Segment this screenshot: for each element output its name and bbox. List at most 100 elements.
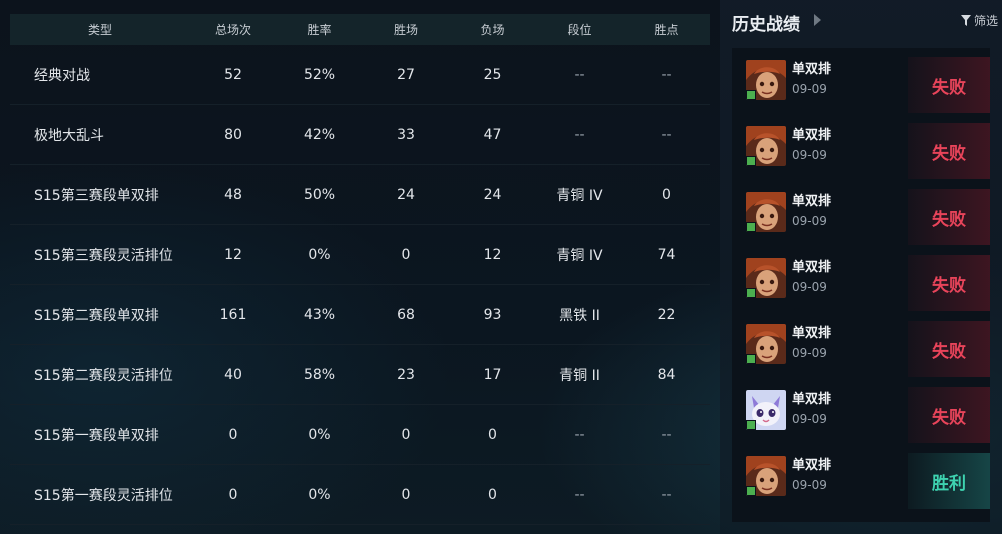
match-mode: 单双排: [792, 458, 832, 473]
filter-button[interactable]: 筛选: [960, 12, 998, 29]
row-rank-cell: 青铜 IV: [556, 247, 603, 264]
row-losses-cell: 0: [488, 426, 497, 443]
header-win-rate: 胜率: [307, 23, 332, 37]
chevron-right-icon[interactable]: [814, 14, 821, 26]
row-rank-cell: --: [574, 126, 585, 143]
match-mode: 单双排: [792, 128, 832, 143]
match-result-badge: 失败: [908, 387, 990, 443]
filter-label: 筛选: [973, 14, 998, 28]
row-win-rate-cell: 50%: [303, 186, 336, 203]
row-type-cell: 经典对战: [34, 67, 90, 84]
table-row[interactable]: 极地大乱斗 80 42% 33 47 -- --: [10, 105, 710, 165]
match-mode: 单双排: [792, 392, 832, 407]
table-row[interactable]: 经典对战 52 52% 27 25 -- --: [10, 45, 710, 105]
row-total-games-cell: 52: [224, 66, 242, 83]
match-item[interactable]: 单双排 09-09 胜利: [732, 444, 990, 510]
match-item[interactable]: 单双排 09-09 失败: [732, 312, 990, 378]
ranked-stats-table: 类型 总场次 胜率 胜场 负场 段位 胜点 经典对战 52 52% 27 25 -- -- 极…: [10, 14, 710, 534]
table-row[interactable]: S15第一赛段单双排 0 0% 0 0 -- --: [10, 405, 710, 465]
row-losses-cell: 25: [483, 66, 502, 83]
row-wins-cell: 23: [397, 366, 415, 383]
match-stats-screen: 类型 总场次 胜率 胜场 负场 段位 胜点 经典对战 52 52% 27 25 -- -- 极…: [0, 0, 1002, 534]
match-result-badge: 失败: [908, 255, 990, 311]
match-item[interactable]: 单双排 09-09 失败: [732, 180, 990, 246]
row-losses-cell: 12: [483, 246, 502, 263]
row-wins-cell: 68: [397, 306, 415, 323]
match-list: 单双排 09-09 失败 单双排 09-09 失败 单双排 09-09 失败 单…: [732, 48, 990, 522]
match-mode: 单双排: [792, 62, 832, 77]
table-header: 类型 总场次 胜率 胜场 负场 段位 胜点: [10, 14, 710, 45]
match-date: 09-09: [792, 412, 827, 426]
match-item[interactable]: 单双排 09-09 失败: [732, 378, 990, 444]
row-rank-cell: 青铜 II: [559, 367, 600, 384]
match-date: 09-09: [792, 280, 827, 294]
table-row[interactable]: S15第二赛段灵活排位 40 58% 23 17 青铜 II 84: [10, 345, 710, 405]
row-win-rate-cell: 43%: [303, 306, 336, 323]
header-wins: 胜场: [393, 23, 418, 37]
header-total-games: 总场次: [214, 23, 251, 37]
match-item[interactable]: 单双排 09-09 失败: [732, 114, 990, 180]
row-lp-cell: --: [661, 66, 672, 83]
row-losses-cell: 24: [483, 186, 502, 203]
table-row[interactable]: S15第三赛段单双排 48 50% 24 24 青铜 IV 0: [10, 165, 710, 225]
champion-portrait-icon: [746, 192, 786, 232]
match-result-badge: 失败: [908, 123, 990, 179]
row-rank-cell: --: [574, 426, 585, 443]
champion-portrait-icon: [746, 324, 786, 364]
row-lp-cell: 22: [657, 306, 676, 323]
header-lp: 胜点: [654, 23, 679, 37]
row-win-rate-cell: 0%: [308, 246, 331, 263]
match-item[interactable]: 单双排 09-09 失败: [732, 48, 990, 114]
match-mode: 单双排: [792, 194, 832, 209]
champion-portrait-icon: [746, 456, 786, 496]
history-title[interactable]: 历史战绩: [732, 10, 800, 35]
match-mode: 单双排: [792, 326, 832, 341]
row-rank-cell: 青铜 IV: [556, 187, 603, 204]
row-total-games-cell: 80: [224, 126, 242, 143]
position-badge-icon: [746, 354, 756, 364]
row-rank-cell: 黑铁 II: [559, 307, 600, 324]
row-type-cell: S15第一赛段灵活排位: [34, 487, 173, 504]
table-row[interactable]: S15第三赛段灵活排位 12 0% 0 12 青铜 IV 74: [10, 225, 710, 285]
table-row[interactable]: S15第二赛段单双排 161 43% 68 93 黑铁 II 22: [10, 285, 710, 345]
row-wins-cell: 33: [397, 126, 415, 143]
row-win-rate-cell: 0%: [308, 426, 331, 443]
row-type-cell: S15第一赛段单双排: [34, 427, 159, 444]
match-date: 09-09: [792, 148, 827, 162]
match-item[interactable]: 单双排 09-09 失败: [732, 246, 990, 312]
row-lp-cell: 84: [657, 366, 676, 383]
position-badge-icon: [746, 222, 756, 232]
row-wins-cell: 0: [401, 486, 411, 503]
row-losses-cell: 47: [483, 126, 502, 143]
match-result-badge: 失败: [908, 189, 990, 245]
row-total-games-cell: 40: [224, 366, 242, 383]
position-badge-icon: [746, 420, 756, 430]
filter-icon: [960, 15, 971, 26]
row-total-games-cell: 0: [228, 486, 238, 503]
cat-champion-portrait-icon: [746, 390, 786, 430]
row-type-cell: S15第二赛段单双排: [34, 307, 159, 324]
match-date: 09-09: [792, 478, 827, 492]
position-badge-icon: [746, 288, 756, 298]
match-result-badge: 胜利: [908, 453, 990, 509]
row-win-rate-cell: 0%: [308, 486, 331, 503]
match-date: 09-09: [792, 82, 827, 96]
champion-portrait-icon: [746, 126, 786, 166]
row-losses-cell: 0: [488, 486, 497, 503]
row-lp-cell: --: [661, 126, 672, 143]
row-wins-cell: 24: [397, 186, 415, 203]
row-total-games-cell: 0: [228, 426, 238, 443]
row-losses-cell: 93: [483, 306, 502, 323]
row-losses-cell: 17: [483, 366, 502, 383]
champion-portrait-icon: [746, 60, 786, 100]
match-mode: 单双排: [792, 260, 832, 275]
row-lp-cell: 0: [662, 186, 671, 203]
row-win-rate-cell: 52%: [303, 66, 336, 83]
row-type-cell: S15第三赛段灵活排位: [34, 247, 173, 264]
champion-portrait-icon: [746, 258, 786, 298]
row-lp-cell: --: [661, 486, 672, 503]
row-wins-cell: 0: [401, 246, 411, 263]
position-badge-icon: [746, 486, 756, 496]
row-win-rate-cell: 58%: [303, 366, 336, 383]
table-row[interactable]: S15第一赛段灵活排位 0 0% 0 0 -- --: [10, 465, 710, 525]
